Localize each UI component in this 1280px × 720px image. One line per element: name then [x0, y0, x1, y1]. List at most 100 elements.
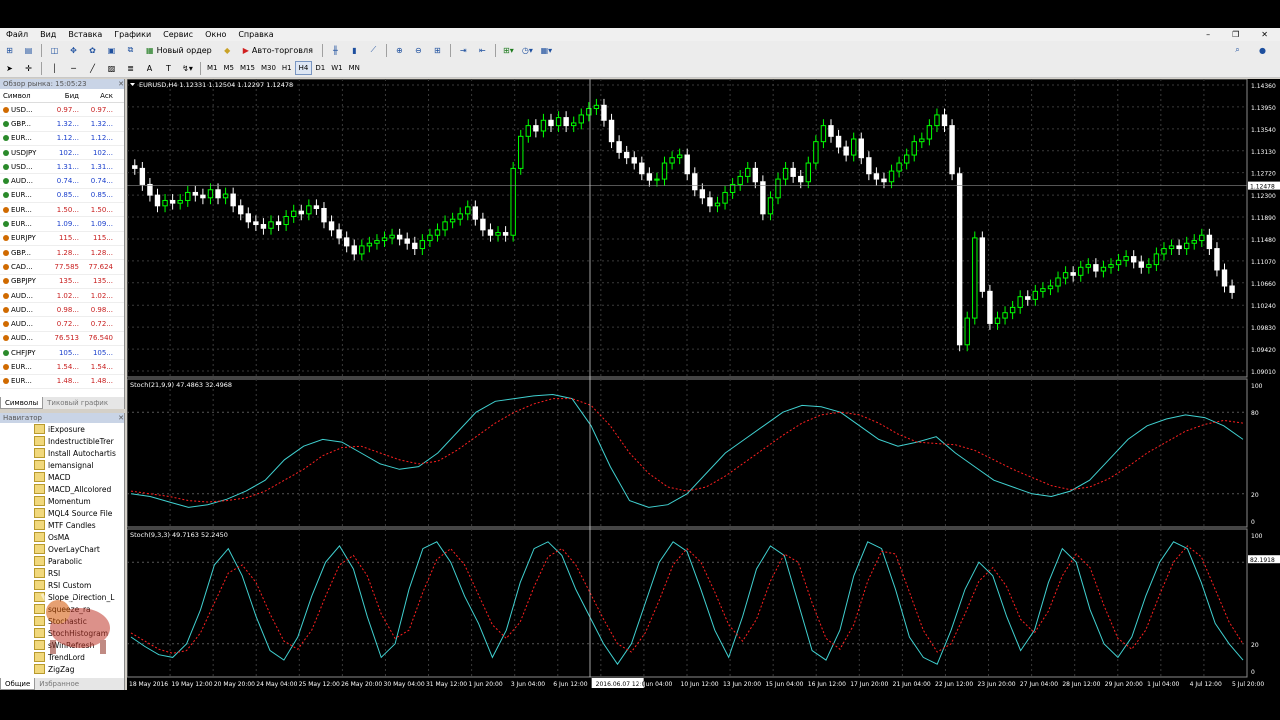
cursor-icon[interactable]: ➤: [2, 61, 17, 76]
navigator-item[interactable]: Parabolic: [0, 555, 124, 567]
tab-common[interactable]: Общие: [0, 678, 36, 690]
market-watch-row[interactable]: USD... 1.31... 1.31...: [0, 160, 124, 175]
market-watch-icon[interactable]: ◫: [47, 43, 62, 58]
market-watch-row[interactable]: EUR... 1.12... 1.12...: [0, 132, 124, 146]
text-icon[interactable]: A: [142, 61, 157, 76]
close-icon[interactable]: ✕: [118, 414, 124, 422]
bar-chart-icon[interactable]: ╫: [328, 43, 343, 58]
periods-icon[interactable]: ◷▾: [520, 43, 535, 58]
minimize-icon[interactable]: –: [1200, 30, 1216, 39]
timeframe-m15[interactable]: M15: [237, 62, 258, 74]
tab-symbols[interactable]: Символы: [0, 397, 44, 409]
tab-tick-chart[interactable]: Тиковый график: [43, 397, 112, 409]
channel-icon[interactable]: ▨: [104, 61, 119, 76]
ask-column-header[interactable]: Аск: [81, 92, 113, 100]
horizontal-line-icon[interactable]: ─: [66, 61, 81, 76]
zoom-out-icon[interactable]: ⊖: [411, 43, 426, 58]
market-watch-row[interactable]: EUR... 1.09... 1.09...: [0, 217, 124, 232]
market-watch-row[interactable]: GBP... 1.32... 1.32...: [0, 117, 124, 132]
profiles-icon[interactable]: ▤: [21, 43, 36, 58]
navigator-title-bar: Навигатор ✕: [0, 413, 124, 423]
market-watch-row[interactable]: AUD... 1.02... 1.02...: [0, 289, 124, 304]
market-watch-row[interactable]: EURJPY 115... 115...: [0, 232, 124, 246]
menu-item-5[interactable]: Окно: [199, 30, 232, 39]
symbol-column-header[interactable]: Символ: [0, 92, 47, 100]
navigator-item[interactable]: MTF Candles: [0, 519, 124, 531]
market-watch-row[interactable]: USD... 0.97... 0.97...: [0, 103, 124, 118]
templates-icon[interactable]: ▦▾: [539, 43, 554, 58]
menu-item-2[interactable]: Вставка: [62, 30, 108, 39]
line-chart-icon[interactable]: ⟋: [366, 43, 381, 58]
fibonacci-icon[interactable]: ≣: [123, 61, 138, 76]
candle-body: [291, 210, 297, 218]
market-watch-row[interactable]: USDJPY 102... 102...: [0, 146, 124, 161]
market-watch-row[interactable]: CAD... 77.585 77.624: [0, 260, 124, 275]
crosshair-icon[interactable]: ✛: [21, 61, 36, 76]
restore-icon[interactable]: ❐: [1226, 30, 1245, 39]
timeframe-m5[interactable]: M5: [221, 62, 238, 74]
timeframe-h4[interactable]: H4: [294, 61, 313, 75]
market-watch-row[interactable]: EUR... 1.50... 1.50...: [0, 203, 124, 218]
navigator-item[interactable]: Momentum: [0, 495, 124, 507]
menu-item-3[interactable]: Графики: [108, 30, 157, 39]
data-window-icon[interactable]: ✥: [66, 43, 81, 58]
navigator-item[interactable]: MACD: [0, 471, 124, 483]
timeframe-m1[interactable]: M1: [204, 62, 221, 74]
menu-item-6[interactable]: Справка: [232, 30, 279, 39]
navigator-item[interactable]: lemansignal: [0, 459, 124, 471]
vertical-line-icon[interactable]: │: [47, 61, 62, 76]
market-watch-row[interactable]: CHFJPY 105... 105...: [0, 346, 124, 361]
menu-item-1[interactable]: Вид: [34, 30, 62, 39]
close-icon[interactable]: ✕: [118, 80, 124, 88]
market-watch-row[interactable]: AUD... 0.74... 0.74...: [0, 174, 124, 189]
chart-window[interactable]: 1.14360 1.13950 1.13540 1.13130 1.12720 1.123…: [126, 78, 1280, 690]
navigator-item[interactable]: ZigZag: [0, 663, 124, 675]
market-watch-row[interactable]: AUD... 0.72... 0.72...: [0, 317, 124, 332]
market-watch-row[interactable]: EUR... 1.54... 1.54...: [0, 360, 124, 375]
market-watch-row[interactable]: AUD... 76.513 76.540: [0, 332, 124, 347]
navigator-item[interactable]: OverLayChart: [0, 543, 124, 555]
navigator-item[interactable]: Install Autochartis: [0, 447, 124, 459]
timeframe-d1[interactable]: D1: [312, 62, 328, 74]
symbol-status-icon: [3, 206, 9, 213]
menu-item-4[interactable]: Сервис: [157, 30, 199, 39]
zoom-in-icon[interactable]: ⊕: [392, 43, 407, 58]
tab-favorites[interactable]: Избранное: [35, 678, 83, 690]
tester-icon[interactable]: ⧉: [123, 43, 138, 58]
close-icon[interactable]: ✕: [1255, 30, 1274, 39]
chart-shift-icon[interactable]: ⇤: [475, 43, 490, 58]
market-watch-row[interactable]: GBPJPY 135... 135...: [0, 275, 124, 289]
auto-scroll-icon[interactable]: ⇥: [456, 43, 471, 58]
market-watch-row[interactable]: EUR... 0.85... 0.85...: [0, 189, 124, 204]
navigator-item[interactable]: OsMA: [0, 531, 124, 543]
community-icon[interactable]: ●: [1255, 43, 1270, 58]
trendline-icon[interactable]: ╱: [85, 61, 100, 76]
tile-windows-icon[interactable]: ⊞: [430, 43, 445, 58]
market-watch-row[interactable]: AUD... 0.98... 0.98...: [0, 303, 124, 318]
candlestick-icon[interactable]: ▮: [347, 43, 362, 58]
search-icon[interactable]: ⌕: [1230, 43, 1245, 58]
navigator-item[interactable]: MQL4 Source File: [0, 507, 124, 519]
arrows-icon[interactable]: ↯▾: [180, 61, 195, 76]
market-watch-row[interactable]: EUR... 1.48... 1.48...: [0, 375, 124, 389]
timeframe-w1[interactable]: W1: [328, 62, 345, 74]
chart-canvas[interactable]: 1.14360 1.13950 1.13540 1.13130 1.12720 1.123…: [126, 78, 1280, 690]
timeframe-mn[interactable]: MN: [346, 62, 363, 74]
navigator-item[interactable]: iExposure: [0, 423, 124, 435]
new-chart-icon[interactable]: ⊞: [2, 43, 17, 58]
market-watch-row[interactable]: GBP... 1.28... 1.28...: [0, 246, 124, 261]
symbol-cell: USD...: [0, 106, 47, 114]
indicators-icon[interactable]: ⊞▾: [501, 43, 516, 58]
terminal-icon[interactable]: ▣: [104, 43, 119, 58]
auto-trading-button[interactable]: ▶ Авто-торговля: [239, 43, 317, 58]
text-label-icon[interactable]: T: [161, 61, 176, 76]
new-order-button[interactable]: ▦ Новый ордер: [142, 43, 216, 58]
navigator-item[interactable]: MACD_Allcolored: [0, 483, 124, 495]
timeframe-m30[interactable]: M30: [258, 62, 279, 74]
bid-column-header[interactable]: Бид: [47, 92, 81, 100]
metaeditor-icon[interactable]: ◆: [220, 43, 235, 58]
navigator-item[interactable]: IndestructibleTrer: [0, 435, 124, 447]
navigator-icon[interactable]: ✿: [85, 43, 100, 58]
menu-item-0[interactable]: Файл: [0, 30, 34, 39]
timeframe-h1[interactable]: H1: [279, 62, 295, 74]
